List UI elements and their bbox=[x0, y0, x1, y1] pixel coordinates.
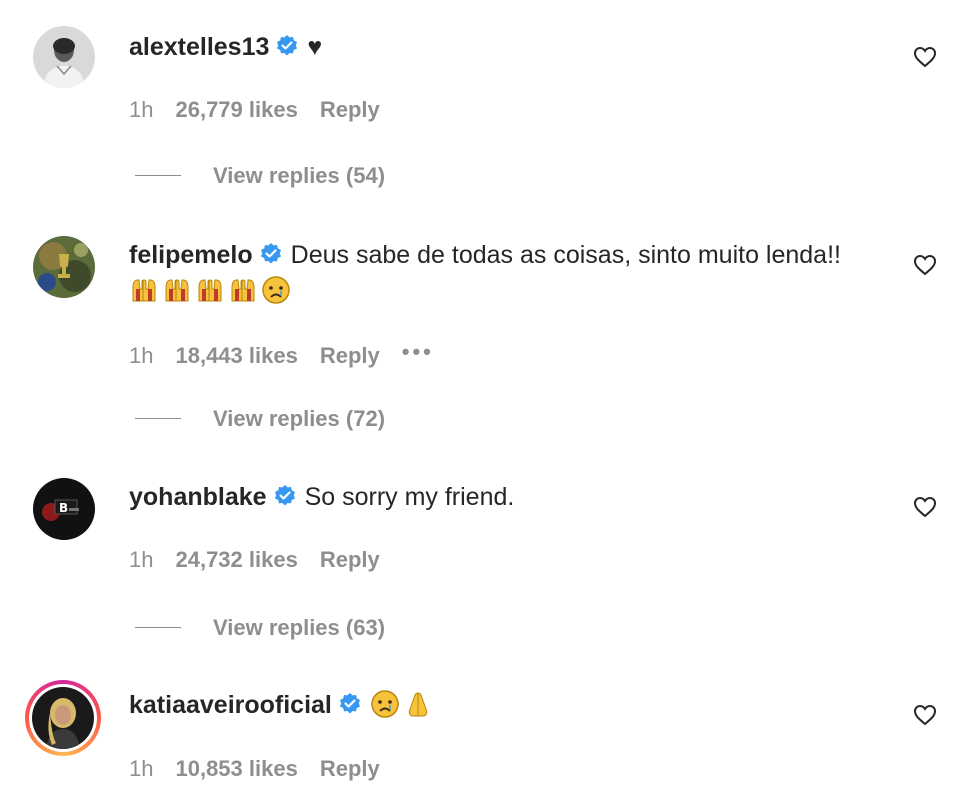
comment-text: alextelles13 ♥ bbox=[129, 30, 322, 64]
verified-badge-icon bbox=[339, 693, 360, 714]
comment-meta: 1h 18,443 likes Reply ••• bbox=[129, 338, 456, 370]
divider bbox=[135, 418, 181, 419]
comment-text: katiaaveirooficial bbox=[129, 688, 436, 722]
svg-text:B: B bbox=[59, 501, 68, 515]
reply-button[interactable]: Reply bbox=[320, 343, 380, 368]
reply-button[interactable]: Reply bbox=[320, 756, 380, 781]
view-replies-label: View replies (63) bbox=[213, 615, 386, 640]
like-heart-icon[interactable] bbox=[913, 253, 937, 277]
divider bbox=[135, 627, 181, 628]
likes-count[interactable]: 18,443 likes bbox=[175, 343, 297, 368]
avatar[interactable] bbox=[33, 26, 95, 88]
likes-count[interactable]: 26,779 likes bbox=[175, 97, 297, 122]
timestamp: 1h bbox=[129, 547, 154, 572]
like-heart-icon[interactable] bbox=[913, 45, 937, 69]
praise-hands-emoji-icon bbox=[165, 279, 189, 302]
comment-emoji-line bbox=[129, 274, 294, 308]
comment-meta: 1h 10,853 likes Reply bbox=[129, 755, 402, 783]
divider bbox=[135, 175, 181, 176]
timestamp: 1h bbox=[129, 756, 154, 781]
verified-badge-icon bbox=[277, 35, 298, 56]
view-replies-button[interactable]: View replies (54) bbox=[135, 162, 385, 190]
view-replies-button[interactable]: View replies (63) bbox=[135, 614, 385, 642]
comment-meta: 1h 26,779 likes Reply bbox=[129, 96, 402, 124]
more-options-button[interactable]: ••• bbox=[402, 339, 434, 364]
username[interactable]: katiaaveirooficial bbox=[129, 691, 332, 719]
verified-badge-icon bbox=[260, 243, 281, 264]
folded-hands-emoji-icon bbox=[408, 692, 428, 717]
trailing-heart-text: ♥ bbox=[307, 33, 323, 61]
reply-button[interactable]: Reply bbox=[320, 97, 380, 122]
comment-text: felipemelo Deus sabe de todas as coisas, … bbox=[129, 238, 841, 272]
view-replies-label: View replies (54) bbox=[213, 163, 386, 188]
avatar[interactable]: B bbox=[33, 478, 95, 540]
username[interactable]: alextelles13 bbox=[129, 33, 269, 61]
crying-face-emoji-icon bbox=[371, 690, 399, 718]
timestamp: 1h bbox=[129, 97, 154, 122]
avatar[interactable] bbox=[32, 687, 94, 749]
avatar[interactable] bbox=[33, 236, 95, 298]
story-ring[interactable] bbox=[25, 680, 101, 756]
crying-face-emoji-icon bbox=[262, 276, 290, 304]
reply-button[interactable]: Reply bbox=[320, 547, 380, 572]
comment-text: yohanblake So sorry my friend. bbox=[129, 480, 514, 514]
comment-body: Deus sabe de todas as coisas, sinto muit… bbox=[290, 241, 841, 269]
verified-badge-icon bbox=[274, 485, 295, 506]
likes-count[interactable]: 24,732 likes bbox=[175, 547, 297, 572]
praise-hands-emoji-icon bbox=[231, 279, 255, 302]
username[interactable]: felipemelo bbox=[129, 241, 253, 269]
comment-body: So sorry my friend. bbox=[304, 483, 515, 511]
comment-meta: 1h 24,732 likes Reply bbox=[129, 546, 402, 574]
praise-hands-emoji-icon bbox=[132, 279, 156, 302]
likes-count[interactable]: 10,853 likes bbox=[175, 756, 297, 781]
view-replies-button[interactable]: View replies (72) bbox=[135, 405, 385, 433]
timestamp: 1h bbox=[129, 343, 154, 368]
view-replies-label: View replies (72) bbox=[213, 406, 386, 431]
username[interactable]: yohanblake bbox=[129, 483, 267, 511]
like-heart-icon[interactable] bbox=[913, 495, 937, 519]
like-heart-icon[interactable] bbox=[913, 703, 937, 727]
praise-hands-emoji-icon bbox=[198, 279, 222, 302]
